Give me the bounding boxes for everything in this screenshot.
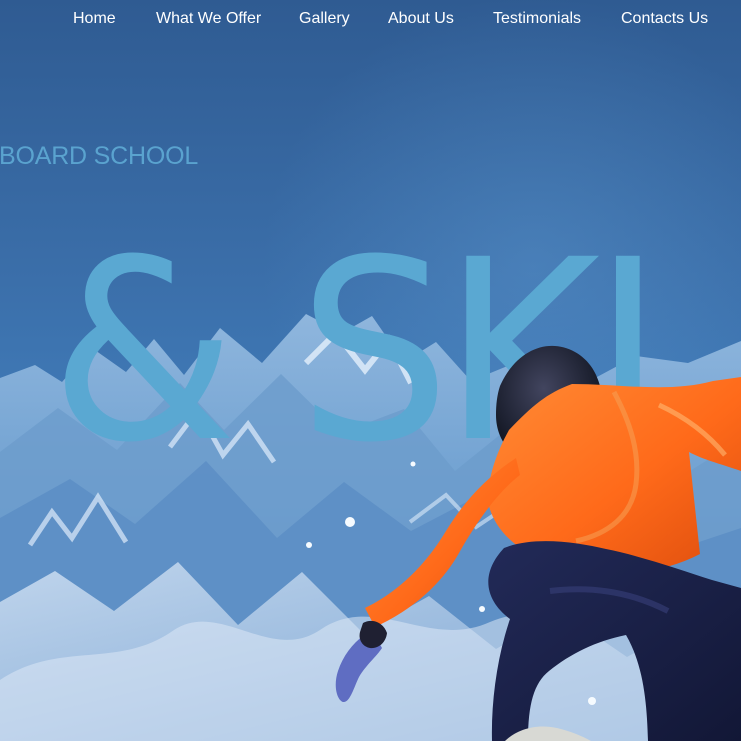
nav-about-us[interactable]: About Us xyxy=(388,8,454,30)
hero-page: Home What We Offer Gallery About Us Test… xyxy=(0,0,741,741)
headline-ski: & SKI xyxy=(50,206,663,497)
nav-gallery[interactable]: Gallery xyxy=(299,8,350,30)
nav-contacts-us[interactable]: Contacts Us xyxy=(621,8,708,30)
school-subtitle: BOARD SCHOOL xyxy=(0,142,199,170)
nav-home[interactable]: Home xyxy=(73,8,116,30)
main-navigation: Home What We Offer Gallery About Us Test… xyxy=(0,8,741,34)
nav-testimonials[interactable]: Testimonials xyxy=(493,8,581,30)
nav-what-we-offer[interactable]: What We Offer xyxy=(156,8,261,30)
